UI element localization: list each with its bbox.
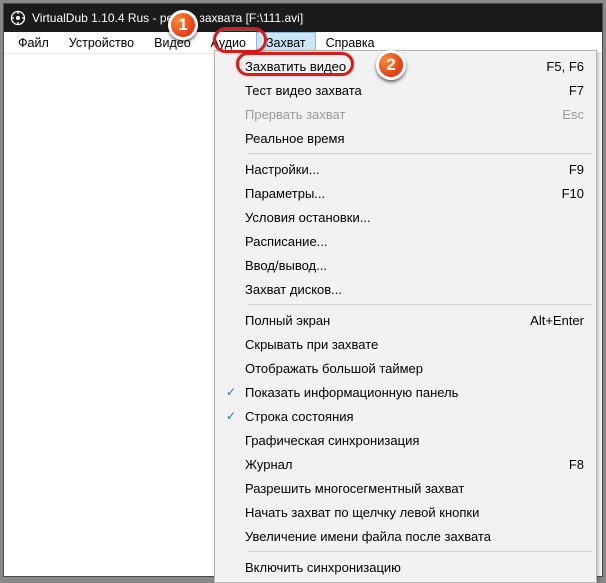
menu-item-shortcut: F5, F6 <box>526 59 584 74</box>
menu-item-label: Показать информационную панель <box>245 385 584 400</box>
menu-item-label: Графическая синхронизация <box>245 433 584 448</box>
menu-item-label: Начать захват по щелчку левой кнопки <box>245 505 584 520</box>
capture-dropdown: Захватить видеоF5, F6Тест видео захватаF… <box>214 50 597 583</box>
menu-item[interactable]: Реальное время <box>217 126 594 150</box>
menu-item[interactable]: Условия остановки... <box>217 205 594 229</box>
menu-item[interactable]: Захватить видеоF5, F6 <box>217 54 594 78</box>
menu-separator <box>247 153 592 154</box>
menu-item[interactable]: Расписание... <box>217 229 594 253</box>
menu-item-label: Включить синхронизацию <box>245 560 584 575</box>
menu-item[interactable]: Полный экранAlt+Enter <box>217 308 594 332</box>
menu-item[interactable]: Параметры...F10 <box>217 181 594 205</box>
window-title: VirtualDub 1.10.4 Rus - режим захвата [F… <box>32 11 303 25</box>
menu-item[interactable]: Отображать большой таймер <box>217 356 594 380</box>
menu-item[interactable]: Настройки...F9 <box>217 157 594 181</box>
menu-item[interactable]: ✓Показать информационную панель <box>217 380 594 404</box>
menu-item[interactable]: Захват дисков... <box>217 277 594 301</box>
menu-item-label: Строка состояния <box>245 409 584 424</box>
menu-item-shortcut: F8 <box>549 457 584 472</box>
menu-item[interactable]: Графическая синхронизация <box>217 428 594 452</box>
menu-item[interactable]: Скрывать при захвате <box>217 332 594 356</box>
menu-item: Прервать захватEsc <box>217 102 594 126</box>
menu-item-label: Ввод/вывод... <box>245 258 584 273</box>
app-icon <box>10 10 26 26</box>
menu-item-label: Увеличение имени файла после захвата <box>245 529 584 544</box>
menu-item-shortcut: F10 <box>542 186 584 201</box>
menu-item-label: Полный экран <box>245 313 510 328</box>
menu-item-shortcut: F7 <box>549 83 584 98</box>
menu-item[interactable]: Начать захват по щелчку левой кнопки <box>217 500 594 524</box>
menu-item-label: Настройки... <box>245 162 549 177</box>
menu-item-label: Реальное время <box>245 131 584 146</box>
menu-item[interactable]: Увеличение имени файла после захвата <box>217 524 594 548</box>
menu-device[interactable]: Устройство <box>59 32 144 53</box>
menu-separator <box>247 551 592 552</box>
menu-item-label: Параметры... <box>245 186 542 201</box>
menu-item-label: Прервать захват <box>245 107 542 122</box>
menu-item-label: Тест видео захвата <box>245 83 549 98</box>
menu-item[interactable]: ЖурналF8 <box>217 452 594 476</box>
menu-item[interactable]: Тест видео захватаF7 <box>217 78 594 102</box>
menu-item-label: Отображать большой таймер <box>245 361 584 376</box>
menu-item-label: Скрывать при захвате <box>245 337 584 352</box>
titlebar: VirtualDub 1.10.4 Rus - режим захвата [F… <box>4 4 602 32</box>
check-icon: ✓ <box>217 385 245 399</box>
check-icon: ✓ <box>217 409 245 423</box>
menu-item[interactable]: Ввод/вывод... <box>217 253 594 277</box>
menu-item-label: Разрешить многосегментный захват <box>245 481 584 496</box>
menu-item-shortcut: Esc <box>542 107 584 122</box>
menu-item-shortcut: F9 <box>549 162 584 177</box>
menu-item-label: Условия остановки... <box>245 210 584 225</box>
menu-item-label: Захватить видео <box>245 59 526 74</box>
menu-item[interactable]: Включить синхронизацию <box>217 555 594 579</box>
menu-file[interactable]: Файл <box>8 32 59 53</box>
menu-item[interactable]: Разрешить многосегментный захват <box>217 476 594 500</box>
menu-item-label: Журнал <box>245 457 549 472</box>
menu-separator <box>247 304 592 305</box>
menu-item-label: Расписание... <box>245 234 584 249</box>
menu-video[interactable]: Видео <box>144 32 201 53</box>
menu-item[interactable]: ✓Строка состояния <box>217 404 594 428</box>
menu-item-label: Захват дисков... <box>245 282 584 297</box>
menu-item-shortcut: Alt+Enter <box>510 313 584 328</box>
